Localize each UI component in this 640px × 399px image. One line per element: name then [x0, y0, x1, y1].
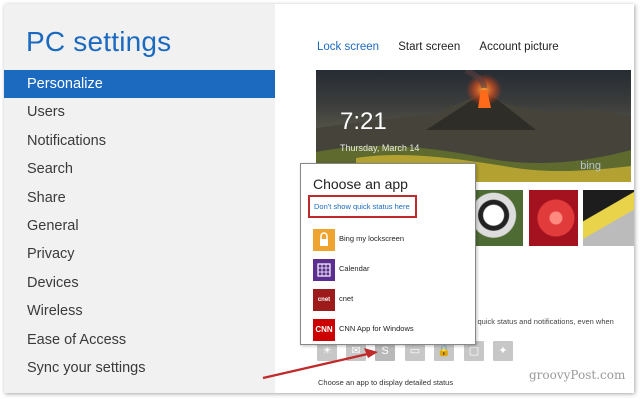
dont-show-quick-status-link[interactable]: Don't show quick status here: [308, 195, 417, 218]
cnet-icon: cnet: [313, 289, 335, 311]
flyout-title: Choose an app: [313, 176, 408, 192]
sidebar-item-general[interactable]: General: [4, 212, 275, 240]
app-label: Bing my lockscreen: [339, 234, 405, 243]
tab-account-picture[interactable]: Account picture: [479, 41, 558, 53]
app-label: CNN App for Windows: [339, 324, 414, 333]
bing-lock-icon: [313, 229, 335, 251]
pc-settings-window: PC settings Personalize Users Notificati…: [4, 4, 634, 393]
lock-screen-date: Thursday, March 14: [340, 143, 420, 153]
calendar-icon: [313, 259, 335, 281]
thumbnail-yellow-shore[interactable]: [583, 190, 634, 246]
sidebar-item-share[interactable]: Share: [4, 184, 275, 212]
sidebar-item-devices[interactable]: Devices: [4, 269, 275, 297]
choose-app-flyout: Choose an app Don't show quick status he…: [300, 163, 476, 345]
app-label: cnet: [339, 294, 354, 303]
sidebar-item-users[interactable]: Users: [4, 98, 275, 126]
page-title: PC settings: [26, 26, 172, 57]
sidebar-item-privacy[interactable]: Privacy: [4, 240, 275, 268]
sidebar-item-search[interactable]: Search: [4, 155, 275, 183]
sidebar-item-wireless[interactable]: Wireless: [4, 297, 275, 325]
settings-sidebar: PC settings Personalize Users Notificati…: [4, 4, 275, 393]
tab-start-screen[interactable]: Start screen: [398, 41, 460, 53]
personalize-tabs: Lock screen Start screen Account picture: [317, 41, 575, 53]
thumbnail-red-coral[interactable]: [529, 190, 578, 246]
sidebar-item-personalize[interactable]: Personalize: [4, 70, 275, 99]
quick-status-description: w quick status and notifications, even w…: [470, 317, 614, 326]
sidebar-item-notifications[interactable]: Notifications: [4, 127, 275, 155]
sidebar-item-sync-settings[interactable]: Sync your settings: [4, 354, 275, 382]
sidebar-item-ease-of-access[interactable]: Ease of Access: [4, 326, 275, 354]
quick-status-caption: Choose an app to display detailed status: [318, 378, 454, 387]
tab-lock-screen[interactable]: Lock screen: [317, 41, 379, 53]
thumbnail-panda[interactable]: [474, 190, 523, 246]
bing-logo: bing: [580, 160, 601, 172]
twitter-icon[interactable]: ✦: [493, 341, 513, 361]
app-label: Calendar: [339, 264, 370, 273]
watermark: groovyPost.com: [529, 368, 626, 382]
settings-nav: Personalize Users Notifications Search S…: [4, 70, 275, 382]
lock-screen-time: 7:21: [340, 108, 387, 135]
cnn-icon: CNN: [313, 319, 335, 341]
